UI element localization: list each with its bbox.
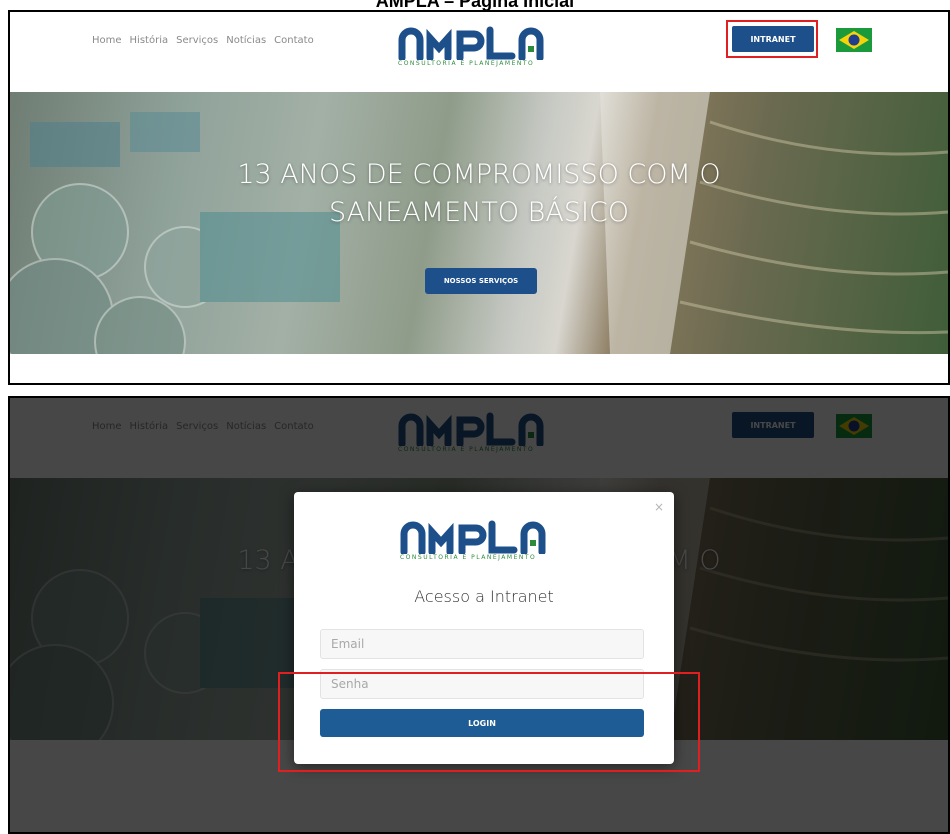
email-field[interactable] [320,629,644,659]
logo-tagline: CONSULTORIA E PLANEJAMENTO [398,60,535,67]
nav-contato[interactable]: Contato [274,35,314,46]
nossos-servicos-button[interactable]: NOSSOS SERVIÇOS [425,268,537,294]
site-header: Home História Serviços Notícias Contato … [10,12,948,92]
login-modal-screenshot: Home História Serviços Notícias Contato … [8,396,950,834]
ampla-logo[interactable]: CONSULTORIA E PLANEJAMENTO [396,26,566,70]
hero-headline-line2: SANEAMENTO BÁSICO [328,197,630,228]
nav-historia[interactable]: História [130,35,169,46]
login-highlight-box [278,672,700,772]
ampla-logo: CONSULTORIA E PLANEJAMENTO [398,520,568,564]
hero-headline-line1: 13 ANOS DE COMPROMISSO COM O [237,159,721,190]
close-icon[interactable]: × [654,500,664,514]
intranet-highlight-box [726,20,818,58]
brazil-flag-icon[interactable] [836,28,872,52]
hero-banner: 13 ANOS DE COMPROMISSO COM O SANEAMENTO … [10,92,948,354]
hero-headline: 13 ANOS DE COMPROMISSO COM O SANEAMENTO … [10,156,948,232]
logo-tagline: CONSULTORIA E PLANEJAMENTO [400,554,537,561]
modal-title: Acesso a Intranet [414,587,554,606]
homepage-screenshot: Home História Serviços Notícias Contato … [8,10,950,385]
ampla-logo-mark [398,26,544,60]
nav-servicos[interactable]: Serviços [176,35,218,46]
nav-noticias[interactable]: Notícias [226,35,266,46]
main-nav: Home História Serviços Notícias Contato [92,35,314,46]
nav-home[interactable]: Home [92,35,122,46]
ampla-logo-mark [400,520,546,554]
